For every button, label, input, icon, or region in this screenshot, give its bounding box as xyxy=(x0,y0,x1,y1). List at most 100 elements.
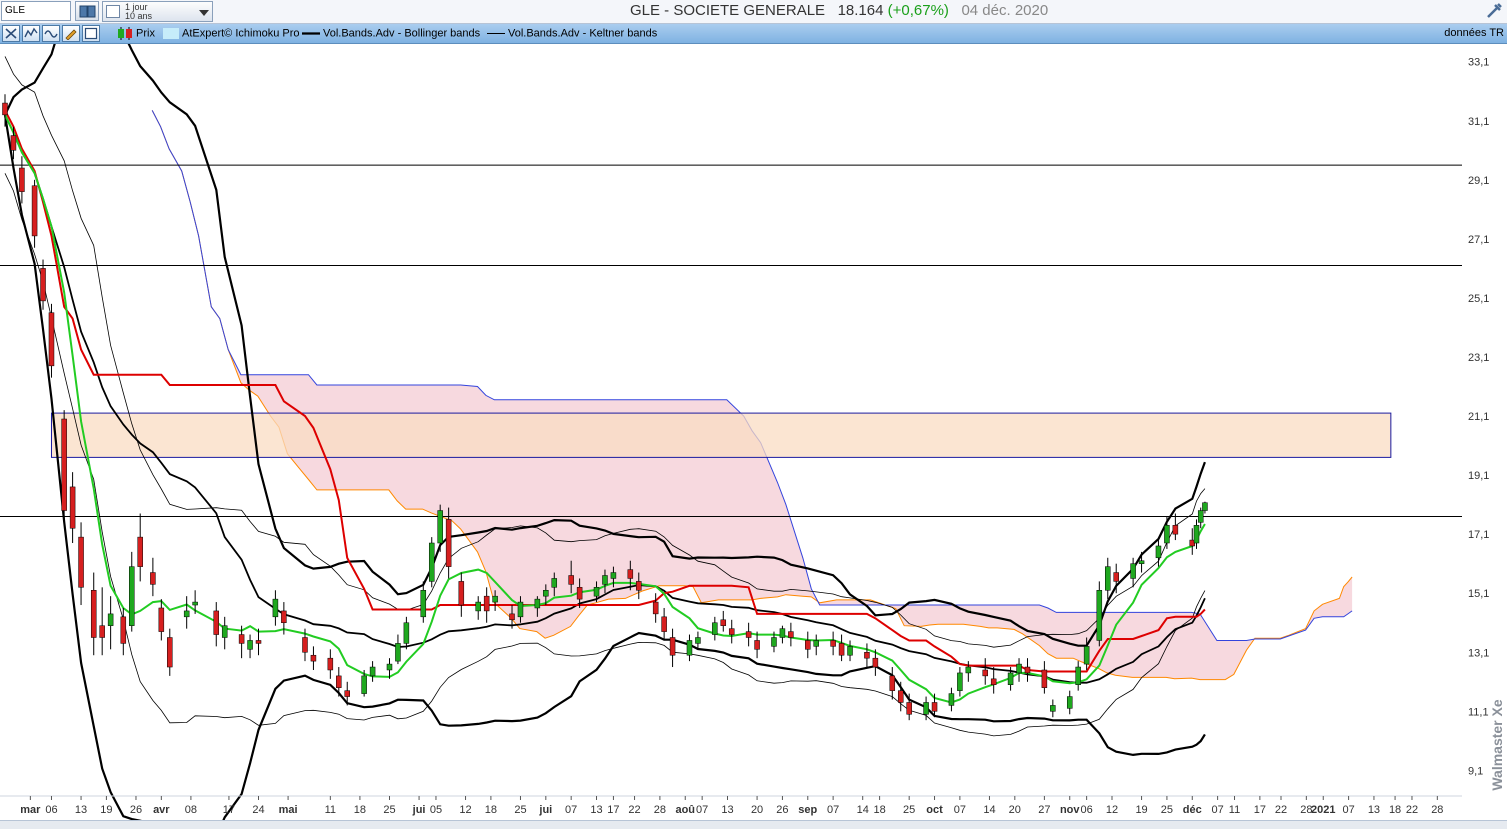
last-price: 18.164 xyxy=(837,2,884,19)
candle-body xyxy=(48,312,55,367)
x-tick-label: 25 xyxy=(1161,804,1173,816)
candle-body xyxy=(610,572,617,579)
tool-button-line[interactable] xyxy=(22,25,40,42)
candle xyxy=(428,537,435,588)
legend-keltner[interactable]: Vol.Bands.Adv - Keltner bands xyxy=(487,27,657,40)
price-chart[interactable]: 33,1 31,1 29,1 27,1 25,1 23,1 21,1 19,1 17,1 15,1… xyxy=(0,44,1507,820)
candle-body xyxy=(107,613,114,626)
x-tick-label: 24 xyxy=(252,804,264,816)
x-tick-label: 18 xyxy=(354,804,366,816)
y-tick-label: 27,1 xyxy=(1468,234,1489,246)
candle-body xyxy=(78,536,84,588)
symbol-input[interactable]: GLE xyxy=(1,1,71,21)
y-tick-label: 25,1 xyxy=(1468,293,1489,305)
candle-body xyxy=(957,672,963,691)
x-tick-label: 18 xyxy=(873,804,885,816)
x-tick-label: avr xyxy=(153,804,170,816)
candle-body xyxy=(1075,666,1081,685)
legend-label: Prix xyxy=(136,27,155,40)
y-tick-label: 19,1 xyxy=(1468,470,1489,482)
indicator-toolbar: Prix AtExpert© Ichimoku Pro Vol.Bands.Ad… xyxy=(0,24,1507,44)
x-tick-label: 22 xyxy=(1275,804,1287,816)
candle-body xyxy=(492,595,498,603)
x-tick-label: 07 xyxy=(1342,804,1354,816)
candle-body xyxy=(129,566,135,626)
candle-body xyxy=(847,646,853,656)
x-tick-label: 28 xyxy=(654,804,666,816)
x-tick-label: 20 xyxy=(1009,804,1021,816)
candle-body xyxy=(889,675,896,691)
x-tick-label: 08 xyxy=(185,804,197,816)
crosshair-icon xyxy=(5,28,17,39)
x-tick-label: 06 xyxy=(1081,804,1093,816)
y-tick-label: 9,1 xyxy=(1468,765,1483,777)
candle-body xyxy=(568,575,574,585)
candle-body xyxy=(669,637,676,656)
candle-body xyxy=(445,519,452,567)
candle-body xyxy=(99,625,105,638)
candle-body xyxy=(327,657,334,671)
x-tick-label: 14 xyxy=(857,804,869,816)
candle-body xyxy=(754,640,760,650)
tool-button-signal[interactable] xyxy=(42,25,60,42)
candle-body xyxy=(69,486,76,529)
x-tick-label: 2021 xyxy=(1311,804,1335,816)
candle-body xyxy=(1105,566,1111,591)
candle-body xyxy=(543,590,549,597)
candle-body xyxy=(1172,525,1179,535)
candle-body xyxy=(150,572,156,585)
candle-body xyxy=(872,657,879,668)
x-tick-label: aoû xyxy=(675,804,695,816)
y-tick-label: 17,1 xyxy=(1468,529,1489,541)
legend-label: Vol.Bands.Adv - Bollinger bands xyxy=(323,27,481,40)
x-tick-label: mar xyxy=(20,804,41,816)
x-tick-label: 11 xyxy=(325,804,336,816)
x-tick-label: 13 xyxy=(1368,804,1380,816)
tools-icon[interactable] xyxy=(1485,2,1503,20)
x-tick-label: 25 xyxy=(514,804,526,816)
period-selector[interactable]: 1 jour 10 ans xyxy=(102,1,213,22)
thin-line-icon xyxy=(487,33,505,34)
horizontal-scrollbar[interactable] xyxy=(0,820,1507,829)
tool-button-frame[interactable] xyxy=(82,25,100,42)
x-tick-label: 05 xyxy=(430,804,442,816)
pencil-icon xyxy=(65,29,77,40)
x-tick-label: 07 xyxy=(827,804,839,816)
candle-body xyxy=(517,601,524,618)
x-tick-label: 13 xyxy=(75,804,87,816)
page-title: GLE - SOCIETE GENERALE 18.164 (+0,67%) 0… xyxy=(630,2,1048,19)
candle-body xyxy=(137,536,143,567)
candle xyxy=(61,410,67,520)
y-tick-label: 33,1 xyxy=(1468,57,1489,69)
x-tick-label: 22 xyxy=(628,804,640,816)
header-bar: GLE 1 jour 10 ans GLE - SOCIETE GENERALE… xyxy=(0,0,1507,24)
x-tick-label: 07 xyxy=(1211,804,1223,816)
x-tick-label: 07 xyxy=(696,804,708,816)
instrument-name: GLE - SOCIETE GENERALE xyxy=(630,2,826,19)
y-tick-label: 23,1 xyxy=(1468,352,1489,364)
thick-line-icon xyxy=(302,32,320,35)
candlestick-icon xyxy=(118,27,132,40)
candle-body xyxy=(805,640,811,650)
candle-body xyxy=(813,640,819,647)
candle-body xyxy=(192,601,198,606)
tool-button-draw[interactable] xyxy=(62,25,80,42)
candle-body xyxy=(403,622,410,644)
x-tick-label: nov xyxy=(1060,804,1080,816)
legend-prix[interactable]: Prix xyxy=(117,27,155,40)
candle-body xyxy=(10,135,17,151)
candle-body xyxy=(120,616,127,644)
book-button[interactable] xyxy=(75,1,99,21)
candle-body xyxy=(982,669,988,677)
candle-body xyxy=(238,634,245,644)
calendar-icon xyxy=(106,5,120,18)
data-source-label: données TR xyxy=(1444,27,1504,39)
candle-body xyxy=(437,510,443,544)
candle-body xyxy=(167,637,173,668)
legend-bollinger[interactable]: Vol.Bands.Adv - Bollinger bands xyxy=(302,27,480,40)
x-tick-label: 06 xyxy=(45,804,57,816)
legend-ichimoku[interactable]: AtExpert© Ichimoku Pro xyxy=(163,27,300,40)
x-tick-label: 18 xyxy=(485,804,497,816)
candle-body xyxy=(1155,545,1162,559)
tool-button-crosshair[interactable] xyxy=(2,25,20,42)
